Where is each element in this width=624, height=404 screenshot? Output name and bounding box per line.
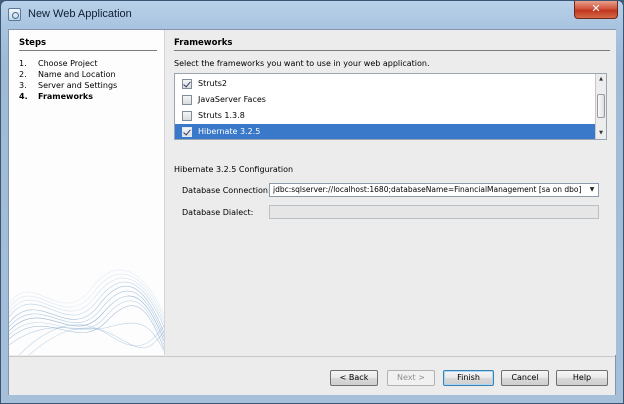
steps-heading: Steps (19, 38, 157, 51)
triangle-up-icon[interactable]: ▲ (596, 75, 606, 84)
cancel-button[interactable]: Cancel (501, 370, 549, 386)
step-number: 2. (19, 70, 27, 79)
triangle-down-icon[interactable]: ▼ (596, 129, 606, 138)
framework-item-struts2[interactable]: Struts2 (175, 76, 596, 91)
dialog-body: Steps 1. Choose Project 2. Name and Locati… (8, 29, 616, 395)
back-button[interactable]: < Back (330, 370, 378, 386)
db-connection-value: jdbc:sqlserver://localhost:1680;database… (273, 185, 582, 194)
step-number: 3. (19, 81, 27, 90)
db-dialect-label: Database Dialect: (182, 208, 254, 217)
title-bar[interactable]: New Web Application ✕ (1, 1, 623, 27)
chevron-down-icon[interactable]: ▼ (586, 184, 598, 196)
framework-label: JavaServer Faces (198, 95, 266, 104)
framework-item-struts-1-3-8[interactable]: Struts 1.3.8 (175, 108, 596, 123)
checkbox[interactable] (182, 110, 192, 121)
check-icon[interactable] (182, 78, 192, 89)
instruction-text: Select the frameworks you want to use in… (174, 59, 430, 68)
step-item: 2. Name and Location (19, 69, 117, 80)
window-title: New Web Application (28, 8, 132, 20)
checkbox[interactable] (182, 94, 192, 105)
framework-label: Struts 1.3.8 (198, 111, 245, 120)
dialog-window: New Web Application ✕ Steps 1. Choose Pro… (0, 0, 624, 404)
next-button[interactable]: Next > (387, 370, 435, 386)
db-connection-dropdown[interactable]: jdbc:sqlserver://localhost:1680;database… (269, 183, 599, 197)
step-label: Server and Settings (38, 81, 118, 90)
framework-label: Struts2 (198, 79, 227, 88)
section-heading: Frameworks (174, 38, 610, 51)
step-number: 4. (19, 92, 28, 101)
config-heading: Hibernate 3.2.5 Configuration (174, 165, 294, 174)
step-item-current: 4. Frameworks (19, 91, 117, 102)
check-icon[interactable] (182, 126, 192, 137)
button-bar: < Back Next > Finish Cancel Help (9, 357, 615, 395)
list-scrollbar[interactable]: ▲ ▼ (595, 74, 606, 139)
framework-item-javaserver-faces[interactable]: JavaServer Faces (175, 92, 596, 107)
step-number: 1. (19, 59, 27, 68)
framework-item-hibernate[interactable]: Hibernate 3.2.5 (175, 124, 596, 139)
frameworks-panel: Frameworks Select the frameworks you wan… (166, 30, 616, 355)
step-item: 3. Server and Settings (19, 80, 117, 91)
help-button[interactable]: Help (556, 370, 608, 386)
app-icon (8, 8, 21, 21)
db-connection-label: Database Connection: (182, 186, 271, 195)
db-dialect-field (269, 205, 599, 219)
framework-label: Hibernate 3.2.5 (198, 127, 261, 136)
step-label: Frameworks (38, 92, 93, 101)
step-label: Choose Project (38, 59, 98, 68)
scrollbar-thumb[interactable] (597, 94, 605, 118)
steps-panel: Steps 1. Choose Project 2. Name and Locati… (9, 30, 165, 355)
frameworks-list[interactable]: Struts2 JavaServer Faces Struts 1.3.8 Hi… (174, 73, 607, 140)
step-item: 1. Choose Project (19, 58, 117, 69)
finish-button[interactable]: Finish (443, 370, 494, 386)
close-button[interactable]: ✕ (574, 1, 618, 19)
step-label: Name and Location (38, 70, 116, 79)
decorative-swirl-graphic (9, 269, 164, 355)
steps-list: 1. Choose Project 2. Name and Location 3. S… (19, 58, 117, 102)
